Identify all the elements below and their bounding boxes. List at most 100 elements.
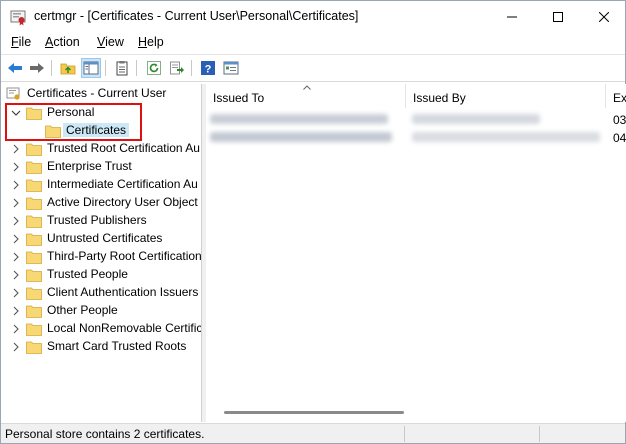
forward-arrow-icon — [30, 63, 44, 73]
refresh-button[interactable] — [144, 58, 164, 78]
column-header-issued-by[interactable]: Issued By — [406, 84, 606, 108]
tree-item-label: Active Directory User Object — [47, 195, 198, 209]
up-one-level-button[interactable] — [58, 58, 78, 78]
status-text: Personal store contains 2 certificates. — [5, 427, 205, 441]
issued-by-redacted — [412, 114, 540, 124]
folder-icon — [26, 179, 42, 192]
svg-text:?: ? — [205, 64, 212, 76]
folder-icon — [26, 269, 42, 282]
help-icon: ? — [201, 61, 215, 76]
back-button[interactable] — [5, 58, 25, 78]
tree-item-label: Intermediate Certification Au — [47, 177, 198, 191]
show-hide-console-tree-button[interactable] — [81, 58, 101, 78]
expiration-cell: 03 — [613, 113, 626, 127]
tree-item[interactable]: Enterprise Trust — [2, 158, 201, 176]
chevron-right-icon — [13, 342, 19, 352]
tree-item[interactable]: Intermediate Certification Au — [2, 176, 201, 194]
back-arrow-icon — [8, 63, 22, 73]
column-header-issued-to[interactable]: Issued To — [206, 84, 406, 108]
tree-item[interactable]: Local NonRemovable Certific — [2, 320, 202, 338]
folder-icon — [26, 233, 42, 246]
folder-icon — [26, 341, 42, 354]
horizontal-scrollbar[interactable] — [206, 405, 626, 421]
tree-root[interactable]: Certificates - Current User — [2, 85, 201, 103]
scrollbar-thumb[interactable] — [224, 411, 404, 414]
chevron-right-icon — [13, 198, 19, 208]
column-issued-by-label: Issued By — [413, 91, 466, 105]
tree-item[interactable]: Active Directory User Object — [2, 194, 201, 212]
table-row[interactable]: 04 — [206, 128, 626, 146]
tree-item-label: Untrusted Certificates — [47, 231, 163, 245]
chevron-right-icon — [13, 324, 19, 334]
certificate-list[interactable]: Issued To Issued By Ex 03 04 — [206, 84, 626, 422]
menu-bar: File Action View Help — [1, 33, 625, 53]
status-bar: Personal store contains 2 certificates. — [1, 423, 625, 443]
refresh-icon — [147, 61, 161, 75]
folder-icon — [26, 251, 42, 264]
tree-item[interactable]: Untrusted Certificates — [2, 230, 201, 248]
up-folder-icon — [60, 63, 76, 75]
toolbar: ? — [1, 54, 625, 82]
folder-icon — [26, 161, 42, 174]
tree-item[interactable]: Trusted Root Certification Au — [2, 140, 201, 158]
chevron-right-icon — [13, 216, 19, 226]
properties-button[interactable] — [221, 58, 241, 78]
tree-item-label: Client Authentication Issuers — [47, 285, 199, 299]
help-button[interactable]: ? — [198, 58, 218, 78]
tree-item[interactable]: Trusted People — [2, 266, 201, 284]
forward-button[interactable] — [27, 58, 47, 78]
certificate-manager-icon — [10, 10, 26, 26]
folder-icon — [26, 143, 42, 156]
properties-icon — [223, 61, 239, 75]
minimize-button[interactable] — [489, 1, 535, 33]
tree-item[interactable]: Smart Card Trusted Roots — [2, 338, 201, 356]
menu-help[interactable]: Help — [138, 35, 164, 49]
menu-view[interactable]: View — [97, 35, 124, 49]
chevron-right-icon — [13, 162, 19, 172]
chevron-right-icon — [13, 288, 19, 298]
chevron-right-icon — [13, 234, 19, 244]
certmgr-window: certmgr - [Certificates - Current User\P… — [0, 0, 626, 444]
column-expiration-label: Ex — [613, 91, 626, 105]
tree-item[interactable]: Trusted Publishers — [2, 212, 201, 230]
close-button[interactable] — [581, 1, 626, 33]
maximize-icon — [553, 12, 563, 22]
menu-help-label: Help — [138, 35, 164, 49]
folder-icon — [26, 323, 42, 336]
tree-item-label: Trusted People — [47, 267, 128, 281]
folder-icon — [26, 197, 42, 210]
tree-item[interactable]: Other People — [2, 302, 201, 320]
issued-by-redacted — [412, 132, 600, 142]
folder-icon — [26, 287, 42, 300]
expiration-cell: 04 — [613, 131, 626, 145]
issued-to-redacted — [210, 114, 388, 124]
tree-item-label: Trusted Publishers — [47, 213, 147, 227]
close-icon — [599, 12, 609, 22]
tree-item[interactable]: Client Authentication Issuers — [2, 284, 201, 302]
maximize-button[interactable] — [535, 1, 581, 33]
column-header-expiration[interactable]: Ex — [606, 84, 626, 108]
menu-action[interactable]: Action — [45, 35, 80, 49]
title-bar: certmgr - [Certificates - Current User\P… — [1, 1, 625, 33]
tree-item-label: Local NonRemovable Certific — [47, 321, 202, 335]
clipboard-button[interactable] — [112, 58, 132, 78]
chevron-right-icon — [13, 144, 19, 154]
highlight-box — [5, 103, 142, 141]
menu-file[interactable]: File — [11, 35, 31, 49]
menu-view-label: View — [97, 35, 124, 49]
table-row[interactable]: 03 — [206, 110, 626, 128]
clipboard-icon — [116, 61, 128, 76]
export-list-button[interactable] — [167, 58, 187, 78]
tree-item-label: Smart Card Trusted Roots — [47, 339, 187, 353]
chevron-right-icon — [13, 252, 19, 262]
folder-icon — [26, 215, 42, 228]
tree-item-label: Other People — [47, 303, 118, 317]
menu-action-label: Action — [45, 35, 80, 49]
menu-file-label: File — [11, 35, 32, 49]
tree-item[interactable]: Third-Party Root Certification — [2, 248, 201, 266]
chevron-right-icon — [13, 270, 19, 280]
chevron-right-icon — [13, 306, 19, 316]
minimize-icon — [507, 16, 517, 18]
console-tree[interactable]: Certificates - Current User Personal Cer… — [2, 84, 202, 422]
issued-to-redacted — [210, 132, 392, 142]
